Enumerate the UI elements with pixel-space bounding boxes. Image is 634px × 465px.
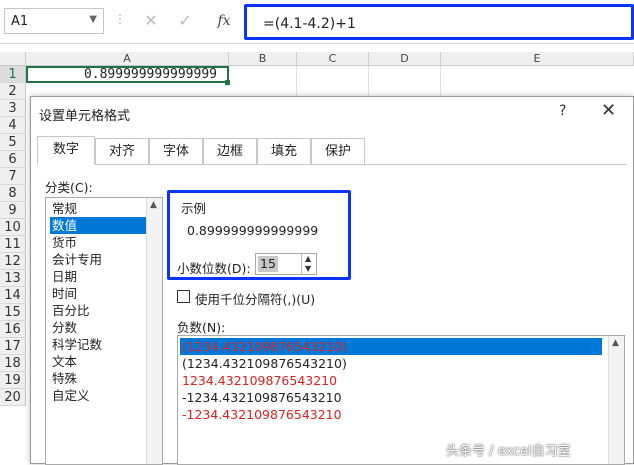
category-item-text[interactable]: 文本 [50,353,152,370]
row-header-3[interactable]: 3 [0,100,26,117]
formula-text: =(4.1-4.2)+1 [263,16,356,32]
gridline [296,66,297,96]
negative-format-item[interactable]: (1234.432109876543210) [180,355,602,372]
tab-border[interactable]: 边框 [203,138,257,164]
thousands-separator-checkbox[interactable] [177,290,190,303]
category-item-percentage[interactable]: 百分比 [50,302,152,319]
chevron-down-icon[interactable]: ▼ [89,14,97,25]
category-item-special[interactable]: 特殊 [50,370,152,387]
dialog-title: 设置单元格格式 [39,109,131,124]
gridline [368,66,369,96]
select-all-corner[interactable] [0,52,26,66]
column-header-a[interactable]: A [26,52,229,66]
gridline [440,66,441,96]
category-item-currency[interactable]: 货币 [50,234,152,251]
column-header-c[interactable]: C [297,52,369,66]
row-header-5[interactable]: 5 [0,134,26,151]
column-header-d[interactable]: D [369,52,441,66]
category-list[interactable]: 常规 数值 货币 会计专用 日期 时间 百分比 分数 科学记数 文本 特殊 自定… [45,197,163,465]
column-header-b[interactable]: B [229,52,297,66]
negative-list-scrollbar[interactable]: ▲ [608,336,624,464]
insert-function-button[interactable]: fx [212,10,236,32]
negative-format-item[interactable]: -1234.432109876543210 [180,406,602,423]
category-label: 分类(C): [45,180,93,195]
row-header-15[interactable]: 15 [0,304,26,321]
tab-alignment[interactable]: 对齐 [95,138,149,164]
scroll-up-icon[interactable]: ▲ [612,338,619,348]
row-header-13[interactable]: 13 [0,270,26,287]
column-header-e[interactable]: E [441,52,634,66]
category-item-general[interactable]: 常规 [50,200,152,217]
row-header-8[interactable]: 8 [0,185,26,202]
scroll-up-icon[interactable]: ▲ [150,200,157,210]
category-scrollbar[interactable]: ▲ [146,198,162,464]
tab-protection[interactable]: 保护 [311,138,365,164]
negative-numbers-label: 负数(N): [177,320,226,335]
tab-divider [37,164,627,165]
help-button[interactable]: ? [559,103,566,119]
row-header-11[interactable]: 11 [0,236,26,253]
row-header-10[interactable]: 10 [0,219,26,236]
formula-input[interactable]: =(4.1-4.2)+1 [244,4,634,40]
category-item-date[interactable]: 日期 [50,268,152,285]
watermark: 头条号 / excel自习室 [446,444,571,459]
category-item-accounting[interactable]: 会计专用 [50,251,152,268]
row-header-12[interactable]: 12 [0,253,26,270]
name-box-value: A1 [11,14,29,29]
negative-format-item[interactable]: -1234.432109876543210 [180,389,602,406]
dialog-highlight-frame [167,190,351,280]
name-box[interactable]: A1 ▼ [4,8,104,34]
row-header-1[interactable]: 1 [0,66,26,83]
thousands-separator-label[interactable]: 使用千位分隔符(,)(U) [195,289,315,308]
enter-button[interactable]: ✓ [174,10,196,32]
row-header-20[interactable]: 20 [0,389,26,406]
category-item-number[interactable]: 数值 [50,217,152,234]
row-header-9[interactable]: 9 [0,202,26,219]
tab-font[interactable]: 字体 [149,138,203,164]
row-header-4[interactable]: 4 [0,117,26,134]
format-cells-dialog: 设置单元格格式 ? ✕ 数字 对齐 字体 边框 填充 保护 分类(C): 常规 … [30,96,634,465]
category-item-scientific[interactable]: 科学记数 [50,336,152,353]
row-header-7[interactable]: 7 [0,168,26,185]
row-header-19[interactable]: 19 [0,372,26,389]
tab-number[interactable]: 数字 [37,136,95,165]
negative-format-item[interactable]: 1234.432109876543210 [180,372,602,389]
close-button[interactable]: ✕ [601,100,616,121]
cancel-button[interactable]: ✕ [140,10,162,32]
formula-bar: A1 ▼ ⋮ ✕ ✓ fx =(4.1-4.2)+1 [0,0,634,44]
row-header-14[interactable]: 14 [0,287,26,304]
drag-handle-icon[interactable]: ⋮ [114,12,126,26]
cell-a1[interactable]: 0.899999999999999 [26,66,229,83]
row-header-16[interactable]: 16 [0,321,26,338]
row-header-17[interactable]: 17 [0,338,26,355]
fill-handle[interactable] [225,80,230,85]
negative-format-item[interactable]: (1234.432109876543210) [180,338,602,355]
category-item-custom[interactable]: 自定义 [50,387,152,404]
row-header-18[interactable]: 18 [0,355,26,372]
tab-fill[interactable]: 填充 [257,138,311,164]
row-header-2[interactable]: 2 [0,83,26,100]
category-item-fraction[interactable]: 分数 [50,319,152,336]
category-item-time[interactable]: 时间 [50,285,152,302]
row-header-6[interactable]: 6 [0,151,26,168]
